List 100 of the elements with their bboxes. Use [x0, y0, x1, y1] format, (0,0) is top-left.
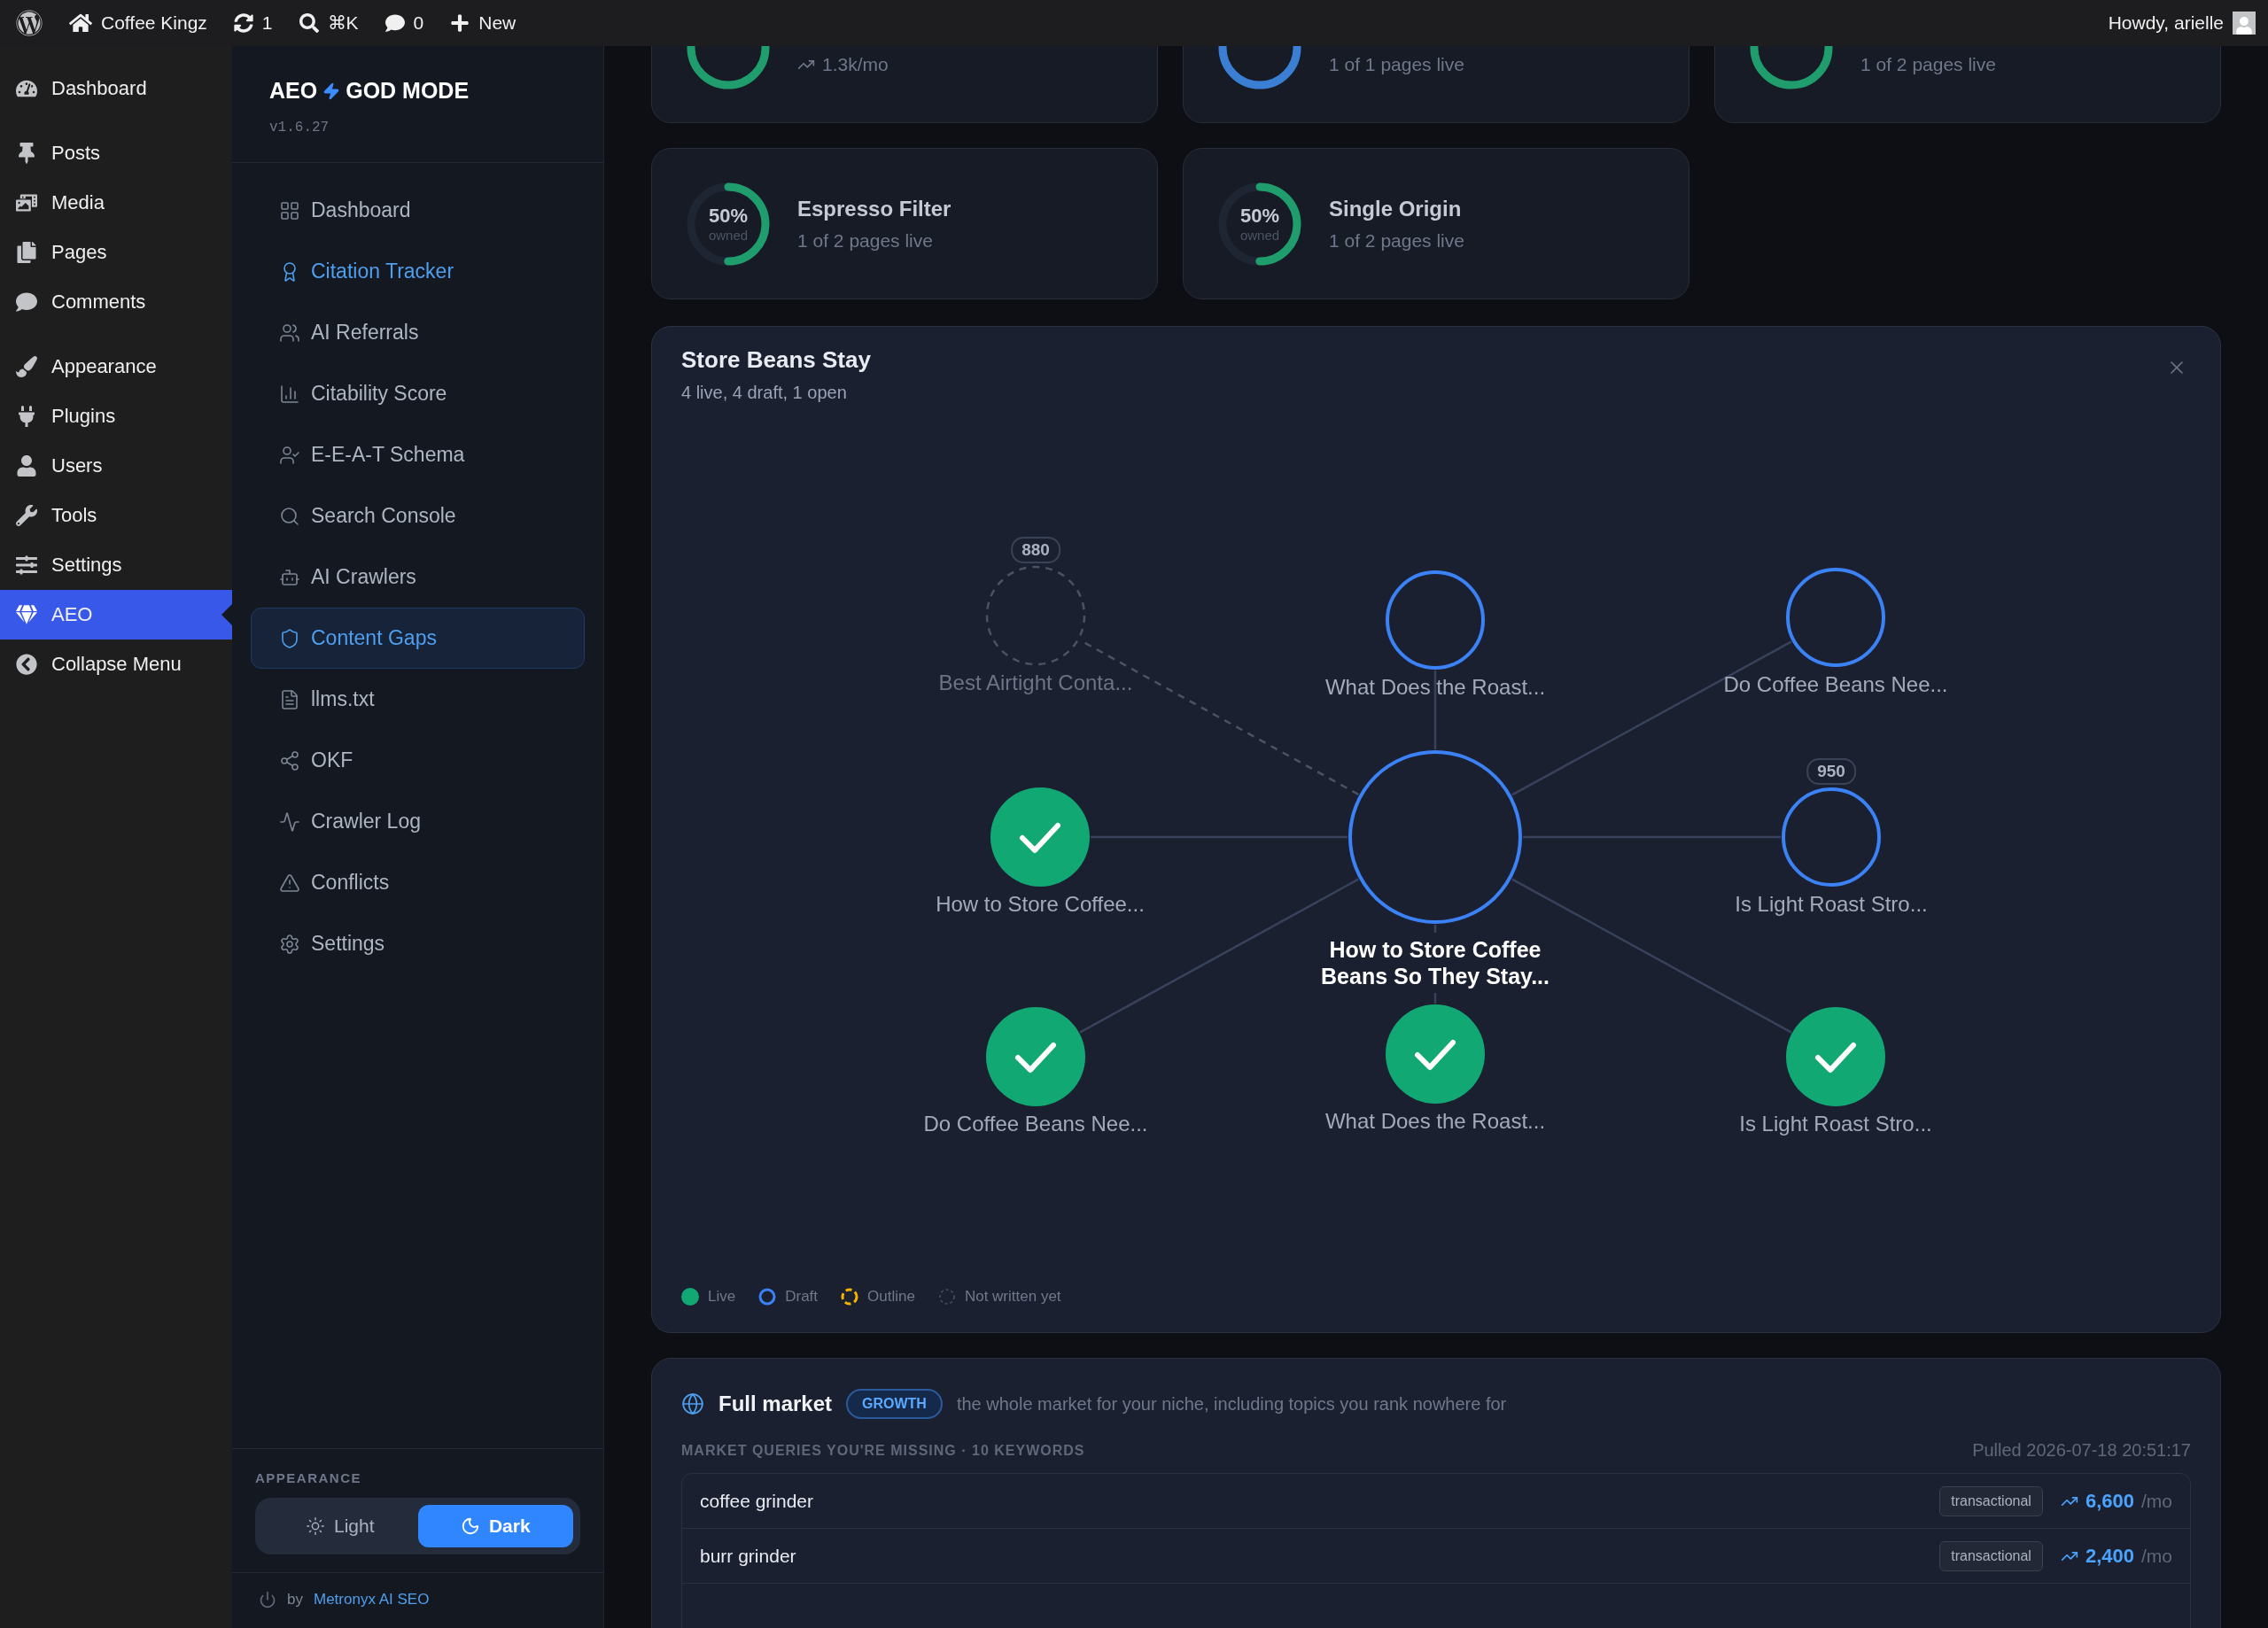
nav-item[interactable]: Conflicts: [251, 852, 585, 913]
user-check-icon: [279, 444, 300, 466]
admin-menu-item[interactable]: Tools: [0, 491, 232, 540]
nav-item[interactable]: AI Crawlers: [251, 547, 585, 608]
pages-icon: [16, 242, 37, 263]
node-label: What Does the Roast...: [1324, 675, 1546, 700]
hub-node[interactable]: [1348, 750, 1522, 924]
legend-label: Live: [708, 1288, 736, 1306]
nav-item[interactable]: AI Referrals: [251, 302, 585, 363]
pulled-timestamp: Pulled 2026-07-18 20:51:17: [1972, 1440, 2191, 1461]
nav-item[interactable]: Search Console: [251, 485, 585, 547]
nav-item[interactable]: Citability Score: [251, 363, 585, 424]
pulse-icon: [279, 810, 300, 833]
nav-item[interactable]: OKF: [251, 730, 585, 791]
wordpress-logo-icon[interactable]: [16, 10, 43, 36]
warning-icon: [279, 872, 300, 894]
shield-icon: [279, 627, 300, 649]
nav-item[interactable]: Dashboard: [251, 180, 585, 241]
legend-label: Not written yet: [964, 1288, 1061, 1306]
account-link[interactable]: Howdy, arielle: [2108, 12, 2256, 35]
topic-node[interactable]: [1386, 570, 1485, 670]
power-icon: [259, 1591, 276, 1609]
lightning-icon: [322, 81, 341, 100]
growth-tag: GROWTH: [846, 1389, 943, 1419]
nav-item[interactable]: Content Gaps: [251, 608, 585, 669]
admin-menu-item[interactable]: AEO: [0, 590, 232, 640]
cluster-card[interactable]: 1.3k/mo: [651, 46, 1158, 123]
cluster-card[interactable]: 1 of 1 pages live: [1183, 46, 1689, 123]
legend-label: Outline: [867, 1288, 915, 1306]
draft-ring-icon: [758, 1288, 777, 1306]
card-subtitle: 1 of 2 pages live: [797, 229, 934, 252]
node-label: Do Coffee Beans Nee...: [1723, 672, 1948, 697]
grid-icon: [279, 199, 300, 221]
pin-icon: [16, 143, 37, 164]
document-icon: [279, 688, 300, 710]
topic-node[interactable]: [1786, 1007, 1885, 1106]
topic-node[interactable]: [986, 1007, 1085, 1106]
card-subtitle: 1 of 1 pages live: [1329, 53, 1464, 75]
admin-menu-item[interactable]: Comments: [0, 277, 232, 327]
outline-ring-icon: [841, 1288, 859, 1306]
cluster-card[interactable]: 50% owned Single Origin 1 of 2 pages live: [1183, 148, 1689, 299]
globe-icon: [681, 1392, 704, 1415]
ring-caption: owned: [1239, 228, 1280, 243]
new-link[interactable]: New: [450, 12, 517, 34]
nav-item[interactable]: Crawler Log: [251, 791, 585, 852]
hub-label: How to Store Coffee Beans So They Stay...: [1320, 936, 1550, 989]
sun-icon: [305, 1516, 325, 1536]
nav-item[interactable]: Citation Tracker: [251, 241, 585, 302]
card-title: Single Origin: [1329, 196, 1463, 221]
topic-node[interactable]: [990, 787, 1090, 887]
node-label: Is Light Roast Stro...: [1739, 1112, 1932, 1136]
search-shortcut[interactable]: ⌘K: [299, 12, 359, 34]
trend-text: 1.3k/mo: [797, 53, 889, 75]
users-icon: [279, 322, 300, 344]
admin-menu-item[interactable]: Pages: [0, 228, 232, 277]
section-title: Full market: [718, 1392, 833, 1416]
admin-menu-item[interactable]: Plugins: [0, 391, 232, 441]
node-label: Is Light Roast Stro...: [1735, 892, 1928, 917]
admin-menu-item[interactable]: Media: [0, 178, 232, 228]
topic-node[interactable]: [1386, 1004, 1485, 1104]
list-label: MARKET QUERIES YOU'RE MISSING · 10 KEYWORDS: [681, 1442, 1085, 1459]
nav-item[interactable]: E-E-A-T Schema: [251, 424, 585, 485]
avatar-icon: [2233, 12, 2256, 35]
home-icon: [69, 12, 92, 35]
theme-option[interactable]: Dark: [417, 1505, 573, 1547]
collapse-icon: [16, 654, 37, 675]
theme-option[interactable]: Light: [262, 1505, 418, 1547]
admin-menu-item[interactable]: Settings: [0, 540, 232, 590]
keyword-text: burr grinder: [700, 1545, 797, 1567]
admin-menu-item[interactable]: Collapse Menu: [0, 640, 232, 689]
volume-unit: /mo: [2141, 1545, 2172, 1567]
updates-link[interactable]: 1: [233, 12, 273, 34]
search-volume: 6,600: [2085, 1489, 2134, 1513]
credit-text: by: [287, 1591, 303, 1609]
cluster-card[interactable]: 1 of 2 pages live: [1714, 46, 2221, 123]
user-icon: [16, 455, 37, 477]
nav-item[interactable]: llms.txt: [251, 669, 585, 730]
node-label: Do Coffee Beans Nee...: [923, 1112, 1148, 1136]
site-name-link[interactable]: Coffee Kingz: [69, 12, 207, 35]
admin-menu-item[interactable]: Posts: [0, 128, 232, 178]
settings-icon: [279, 933, 300, 955]
topic-node[interactable]: [985, 565, 1086, 666]
admin-menu-item[interactable]: Users: [0, 441, 232, 491]
topic-node[interactable]: [1782, 787, 1881, 887]
topic-node[interactable]: [1786, 568, 1885, 667]
credit-link[interactable]: Metronyx AI SEO: [313, 1591, 430, 1609]
paintbrush-icon: [16, 356, 37, 377]
plus-icon: [450, 13, 470, 33]
card-title: Espresso Filter: [797, 196, 951, 221]
comments-link[interactable]: 0: [384, 12, 424, 34]
nav-item[interactable]: Settings: [251, 913, 585, 974]
card-subtitle: 1 of 2 pages live: [1329, 229, 1464, 252]
brand-title: AEO: [269, 78, 318, 104]
admin-menu-item[interactable]: Appearance: [0, 342, 232, 391]
node-label: Best Airtight Conta...: [938, 671, 1133, 695]
bar-chart-icon: [279, 383, 300, 405]
admin-menu-item[interactable]: Dashboard: [0, 64, 232, 113]
volume-unit: /mo: [2141, 1490, 2172, 1512]
sliders-icon: [16, 554, 37, 576]
cluster-card[interactable]: 50% owned Espresso Filter 1 of 2 pages live: [651, 148, 1158, 299]
